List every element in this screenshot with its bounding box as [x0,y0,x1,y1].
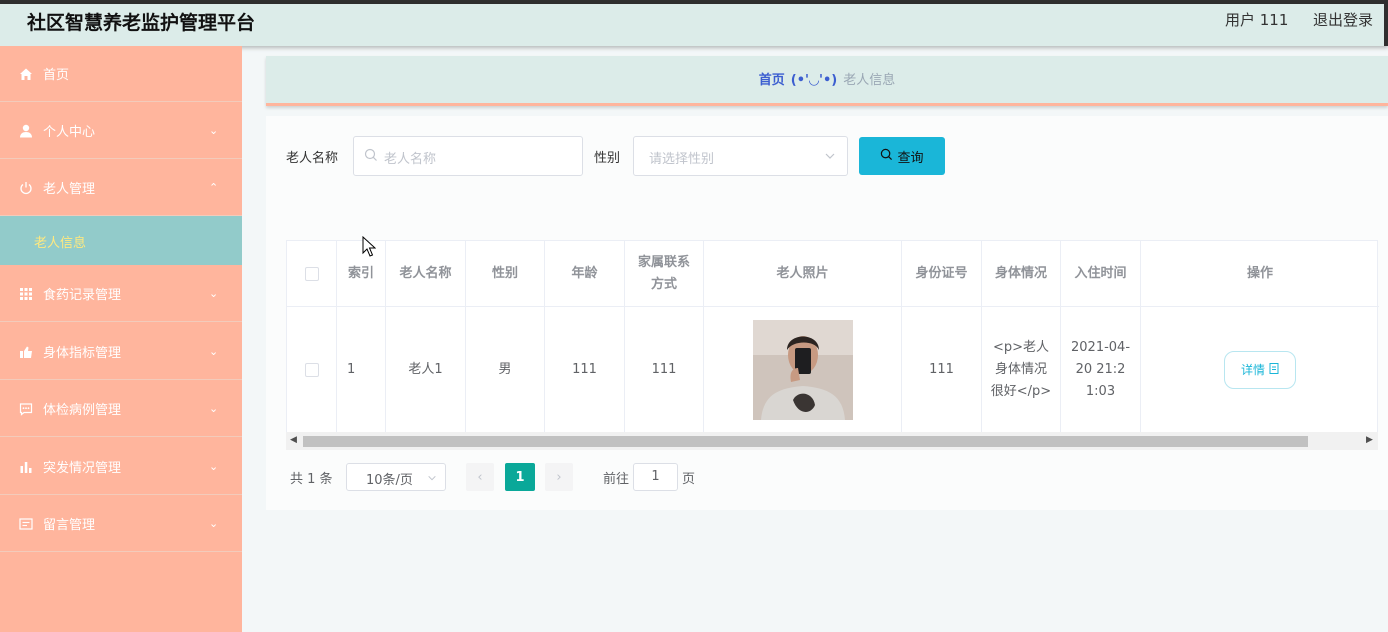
power-icon [18,180,34,196]
pagination-total: 共 1 条 [290,472,333,487]
chevron-down-icon [427,472,437,487]
chevron-down-icon: ⌄ [209,460,219,473]
sidebar-item-label: 首页 [43,68,70,83]
top-header: 社区智慧养老监护管理平台 用户 111 退出登录 [0,4,1388,46]
cell-actions: 详情 [1141,307,1379,433]
row-select-cell [287,307,337,433]
chevron-right-icon: › [556,469,562,485]
breadcrumb-current: 老人信息 [843,73,896,88]
next-page-button[interactable]: › [545,463,573,491]
column-header[interactable]: 入住时间 [1061,241,1141,307]
logout-link[interactable]: 退出登录 [1313,9,1373,30]
name-search-input[interactable]: 老人名称 [353,136,583,176]
cell-photo [704,307,902,433]
sidebar-item-emergency[interactable]: 突发情况管理 ⌄ [0,439,242,495]
page-size-value: 10条/页 [366,473,413,488]
name-input-placeholder: 老人名称 [384,152,437,167]
sidebar-item-label: 个人中心 [43,125,96,140]
chevron-down-icon: ⌄ [209,124,219,137]
column-header[interactable]: 老人照片 [704,241,902,307]
sidebar-item-label: 留言管理 [43,518,96,533]
cell-id-card: 111 [902,307,982,433]
sidebar: 首页 个人中心 ⌄ 老人管理 ⌃ 老人信息 食药记录管理 ⌄ 身体指标管理 ⌄ [0,46,242,632]
scroll-left-icon[interactable]: ◀ [290,435,297,445]
select-all-cell [287,241,337,307]
mouse-cursor-icon [362,235,377,262]
sidebar-item-home[interactable]: 首页 [0,46,242,102]
breadcrumb-home[interactable]: 首页 [759,73,785,88]
sidebar-item-label: 体检病例管理 [43,403,122,418]
column-header: 操作 [1141,241,1379,307]
column-header[interactable]: 性别 [466,241,545,307]
cell-age: 111 [545,307,625,433]
cell-index: 1 [337,307,386,433]
chevron-down-icon: ⌄ [209,517,219,530]
gender-select[interactable]: 请选择性别 [633,136,848,176]
bar-chart-icon [18,459,34,475]
sidebar-item-body-index[interactable]: 身体指标管理 ⌄ [0,324,242,380]
horizontal-scrollbar[interactable]: ◀ ▶ [286,432,1378,450]
home-icon [18,66,34,82]
chevron-down-icon: ⌄ [209,287,219,300]
app-title: 社区智慧养老监护管理平台 [27,12,256,34]
column-header[interactable]: 身体情况 [982,241,1061,307]
sidebar-item-label: 老人管理 [43,182,96,197]
chat-icon [18,401,34,417]
column-header[interactable]: 家属联系方式 [625,241,704,307]
goto-label: 前往 [603,472,630,487]
breadcrumb: 首页 (•'◡'•) 老人信息 [266,56,1388,106]
page-size-select[interactable]: 10条/页 [346,463,446,491]
prev-page-button[interactable]: ‹ [466,463,494,491]
sidebar-item-label: 突发情况管理 [43,461,122,476]
select-all-checkbox[interactable] [304,266,319,281]
scrollbar-thumb[interactable] [303,436,1308,447]
chevron-down-icon [824,150,836,166]
sidebar-item-label: 食药记录管理 [43,288,122,303]
search-icon [364,148,378,166]
document-icon [1269,359,1279,381]
chevron-down-icon: ⌄ [209,402,219,415]
message-box-icon [18,516,34,532]
page-number-current[interactable]: 1 [505,463,535,491]
page-suffix: 页 [682,472,696,487]
detail-button-label: 详情 [1240,363,1265,377]
column-header[interactable]: 老人名称 [386,241,466,307]
sidebar-item-food-medicine[interactable]: 食药记录管理 ⌄ [0,266,242,322]
scroll-right-icon[interactable]: ▶ [1366,435,1373,445]
sidebar-item-messages[interactable]: 留言管理 ⌄ [0,496,242,552]
cell-contact: 111 [625,307,704,433]
cell-health: <p>老人身体情况很好</p> [982,307,1061,433]
sidebar-subitem-label: 老人信息 [34,236,87,251]
grid-icon [18,286,34,302]
elder-table: 索引 老人名称 性别 年龄 家属联系方式 老人照片 身份证号 身体情况 入住时间… [286,240,1379,450]
search-icon [880,148,893,165]
detail-button[interactable]: 详情 [1224,351,1296,389]
thumb-icon [18,344,34,360]
name-filter-label: 老人名称 [286,151,339,166]
current-user: 用户 111 [1225,11,1289,29]
goto-page-input[interactable]: 1 [633,463,678,491]
column-header[interactable]: 年龄 [545,241,625,307]
sidebar-subitem-elder-info[interactable]: 老人信息 [0,216,242,265]
gender-select-placeholder: 请选择性别 [649,152,715,167]
column-header[interactable]: 身份证号 [902,241,982,307]
query-button-label: 查询 [897,150,924,166]
sidebar-item-checkup[interactable]: 体检病例管理 ⌄ [0,381,242,437]
user-icon [18,123,34,139]
sidebar-item-personal-center[interactable]: 个人中心 ⌄ [0,103,242,159]
chevron-left-icon: ‹ [477,469,483,485]
cell-gender: 男 [466,307,545,433]
sidebar-item-label: 身体指标管理 [43,346,122,361]
elder-photo[interactable] [752,320,853,420]
cell-name: 老人1 [386,307,466,433]
window-edge [1384,4,1388,46]
row-checkbox[interactable] [304,363,319,377]
query-button[interactable]: 查询 [859,137,945,175]
chevron-up-icon: ⌃ [209,181,219,194]
gender-filter-label: 性别 [594,151,621,166]
chevron-down-icon: ⌄ [209,345,219,358]
breadcrumb-separator: (•'◡'•) [790,73,838,88]
cell-checkin-time: 2021-04-20 21:21:03 [1061,307,1141,433]
sidebar-item-elder-management[interactable]: 老人管理 ⌃ [0,160,242,216]
